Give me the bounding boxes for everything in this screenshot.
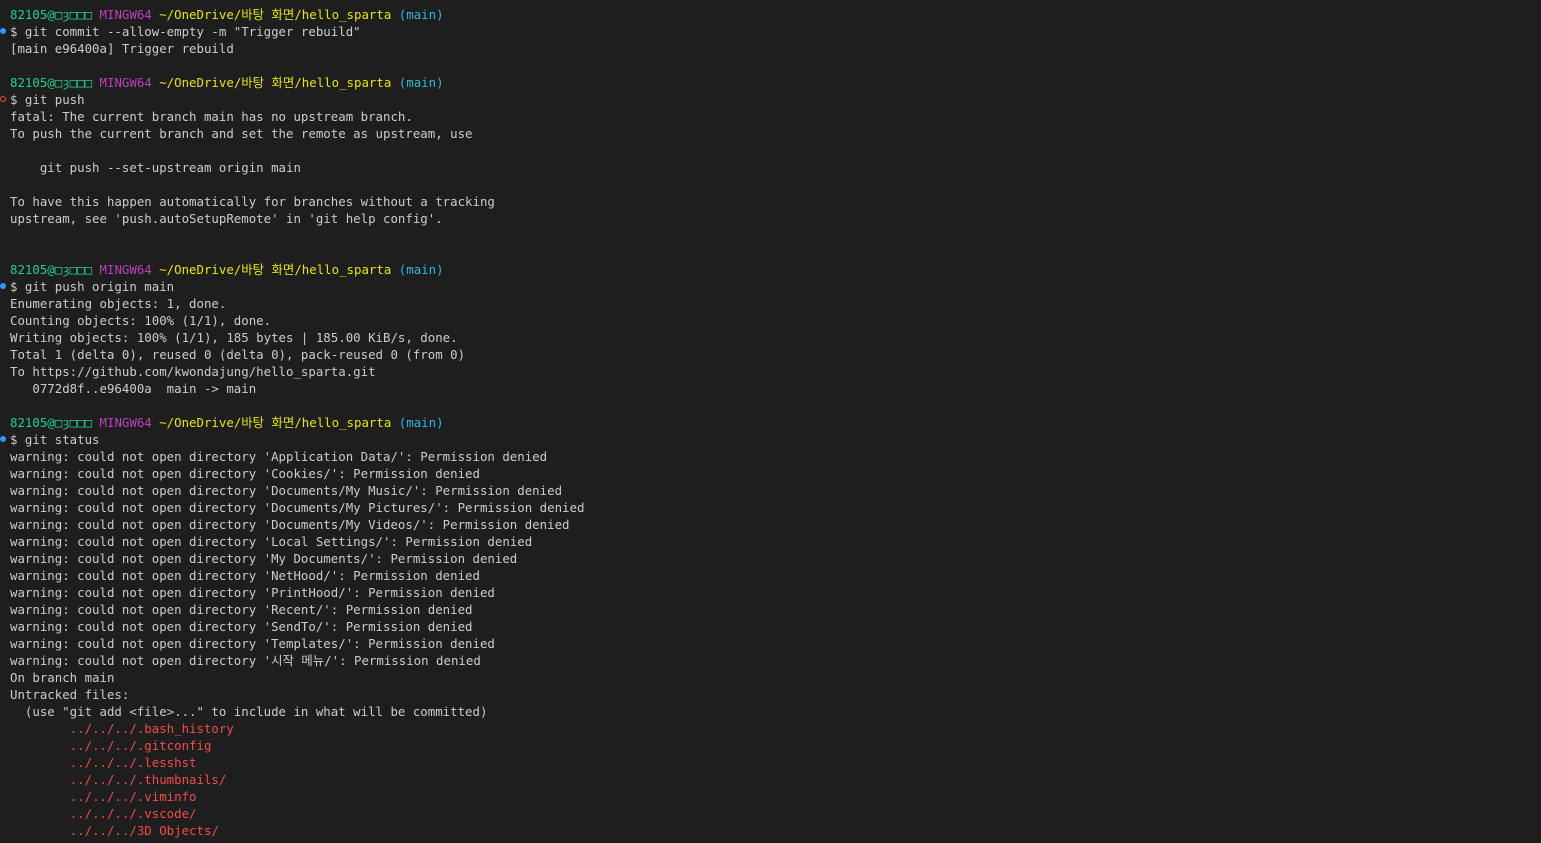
untracked-file: ../../../AppData/ — [10, 839, 1541, 843]
output-line: warning: could not open directory 'Appli… — [10, 449, 548, 464]
output-line: git push --set-upstream origin main — [10, 160, 301, 175]
prompt-line: 82105@□ȝ□□□ MINGW64 ~/OneDrive/바탕 화면/hel… — [10, 414, 1541, 431]
command-text: $ git status — [10, 432, 100, 447]
untracked-file-path: ../../../3D Objects/ — [69, 823, 219, 838]
output-line: (use "git add <file>..." to include in w… — [10, 704, 488, 719]
untracked-file-path: ../../../.viminfo — [69, 789, 197, 804]
output-line: To push the current branch and set the r… — [10, 126, 473, 141]
output-line: Total 1 (delta 0), reused 0 (delta 0), p… — [10, 347, 466, 362]
command-text: $ git commit --allow-empty -m "Trigger r… — [10, 24, 361, 39]
untracked-file: ../../../3D Objects/ — [10, 822, 1541, 839]
untracked-file: ../../../.viminfo — [10, 788, 1541, 805]
prompt-path: ~/OneDrive/바탕 화면/hello_sparta — [159, 262, 392, 277]
prompt-line: 82105@□ȝ□□□ MINGW64 ~/OneDrive/바탕 화면/hel… — [10, 74, 1541, 91]
command-line[interactable]: $ git push — [0, 91, 1541, 108]
output-line: On branch main — [10, 670, 115, 685]
output-line: warning: could not open directory 'My Do… — [10, 551, 518, 566]
untracked-file: ../../../.gitconfig — [10, 737, 1541, 754]
prompt-user: 82105@□ȝ□□□ — [10, 415, 93, 430]
output-line: warning: could not open directory 'Docum… — [10, 483, 563, 498]
output-line: To have this happen automatically for br… — [10, 194, 495, 209]
command-text: $ git push — [10, 92, 85, 107]
prompt-branch: (main) — [398, 262, 444, 277]
untracked-file: ../../../.bash_history — [10, 720, 1541, 737]
prompt-path: ~/OneDrive/바탕 화면/hello_sparta — [159, 415, 392, 430]
output-line: To https://github.com/kwondajung/hello_s… — [10, 364, 376, 379]
output-line: 0772d8f..e96400a main -> main — [10, 381, 257, 396]
prompt-path: ~/OneDrive/바탕 화면/hello_sparta — [159, 75, 392, 90]
prompt-branch: (main) — [398, 75, 444, 90]
output-line: fatal: The current branch main has no up… — [10, 109, 413, 124]
output-line: warning: could not open directory 'NetHo… — [10, 568, 480, 583]
command-line[interactable]: $ git status — [0, 431, 1541, 448]
command-text: $ git push origin main — [10, 279, 175, 294]
command-error-dot-icon[interactable] — [0, 96, 6, 102]
untracked-file-path: ../../../.thumbnails/ — [69, 772, 227, 787]
output-line: Enumerating objects: 1, done. — [10, 296, 227, 311]
terminal-output[interactable]: 82105@□ȝ□□□ MINGW64 ~/OneDrive/바탕 화면/hel… — [0, 0, 1541, 843]
output-line: warning: could not open directory 'Templ… — [10, 636, 495, 651]
prompt-line: 82105@□ȝ□□□ MINGW64 ~/OneDrive/바탕 화면/hel… — [10, 261, 1541, 278]
output-line: Writing objects: 100% (1/1), 185 bytes |… — [10, 330, 458, 345]
prompt-system: MINGW64 — [99, 415, 152, 430]
output-line: warning: could not open directory 'Local… — [10, 534, 533, 549]
untracked-file-path: ../../../.vscode/ — [69, 806, 197, 821]
prompt-path: ~/OneDrive/바탕 화면/hello_sparta — [159, 7, 392, 22]
command-line[interactable]: $ git push origin main — [0, 278, 1541, 295]
untracked-file-path: ../../../.lesshst — [69, 755, 197, 770]
output-line: warning: could not open directory 'Docum… — [10, 500, 585, 515]
prompt-branch: (main) — [398, 7, 444, 22]
prompt-user: 82105@□ȝ□□□ — [10, 262, 93, 277]
prompt-system: MINGW64 — [99, 75, 152, 90]
prompt-branch: (main) — [398, 415, 444, 430]
prompt-line: 82105@□ȝ□□□ MINGW64 ~/OneDrive/바탕 화면/hel… — [10, 6, 1541, 23]
prompt-user: 82105@□ȝ□□□ — [10, 7, 93, 22]
output-line: warning: could not open directory 'Docum… — [10, 517, 570, 532]
prompt-user: 82105@□ȝ□□□ — [10, 75, 93, 90]
command-success-dot-icon[interactable] — [0, 28, 6, 34]
command-success-dot-icon[interactable] — [0, 436, 6, 442]
output-line: warning: could not open directory 'Cooki… — [10, 466, 480, 481]
untracked-file: ../../../.vscode/ — [10, 805, 1541, 822]
prompt-system: MINGW64 — [99, 262, 152, 277]
output-line: warning: could not open directory 'SendT… — [10, 619, 473, 634]
untracked-file-path: ../../../.gitconfig — [69, 738, 212, 753]
output-line: warning: could not open directory 'Recen… — [10, 602, 473, 617]
untracked-file-path: ../../../.bash_history — [69, 721, 234, 736]
output-line: Counting objects: 100% (1/1), done. — [10, 313, 272, 328]
output-line: [main e96400a] Trigger rebuild — [10, 41, 234, 56]
output-line: warning: could not open directory 'Print… — [10, 585, 495, 600]
output-line: warning: could not open directory '시작 메뉴… — [10, 653, 481, 668]
untracked-file: ../../../.lesshst — [10, 754, 1541, 771]
command-success-dot-icon[interactable] — [0, 283, 6, 289]
untracked-file: ../../../.thumbnails/ — [10, 771, 1541, 788]
command-line[interactable]: $ git commit --allow-empty -m "Trigger r… — [0, 23, 1541, 40]
prompt-system: MINGW64 — [99, 7, 152, 22]
output-line: Untracked files: — [10, 687, 130, 702]
output-line: upstream, see 'push.autoSetupRemote' in … — [10, 211, 443, 226]
